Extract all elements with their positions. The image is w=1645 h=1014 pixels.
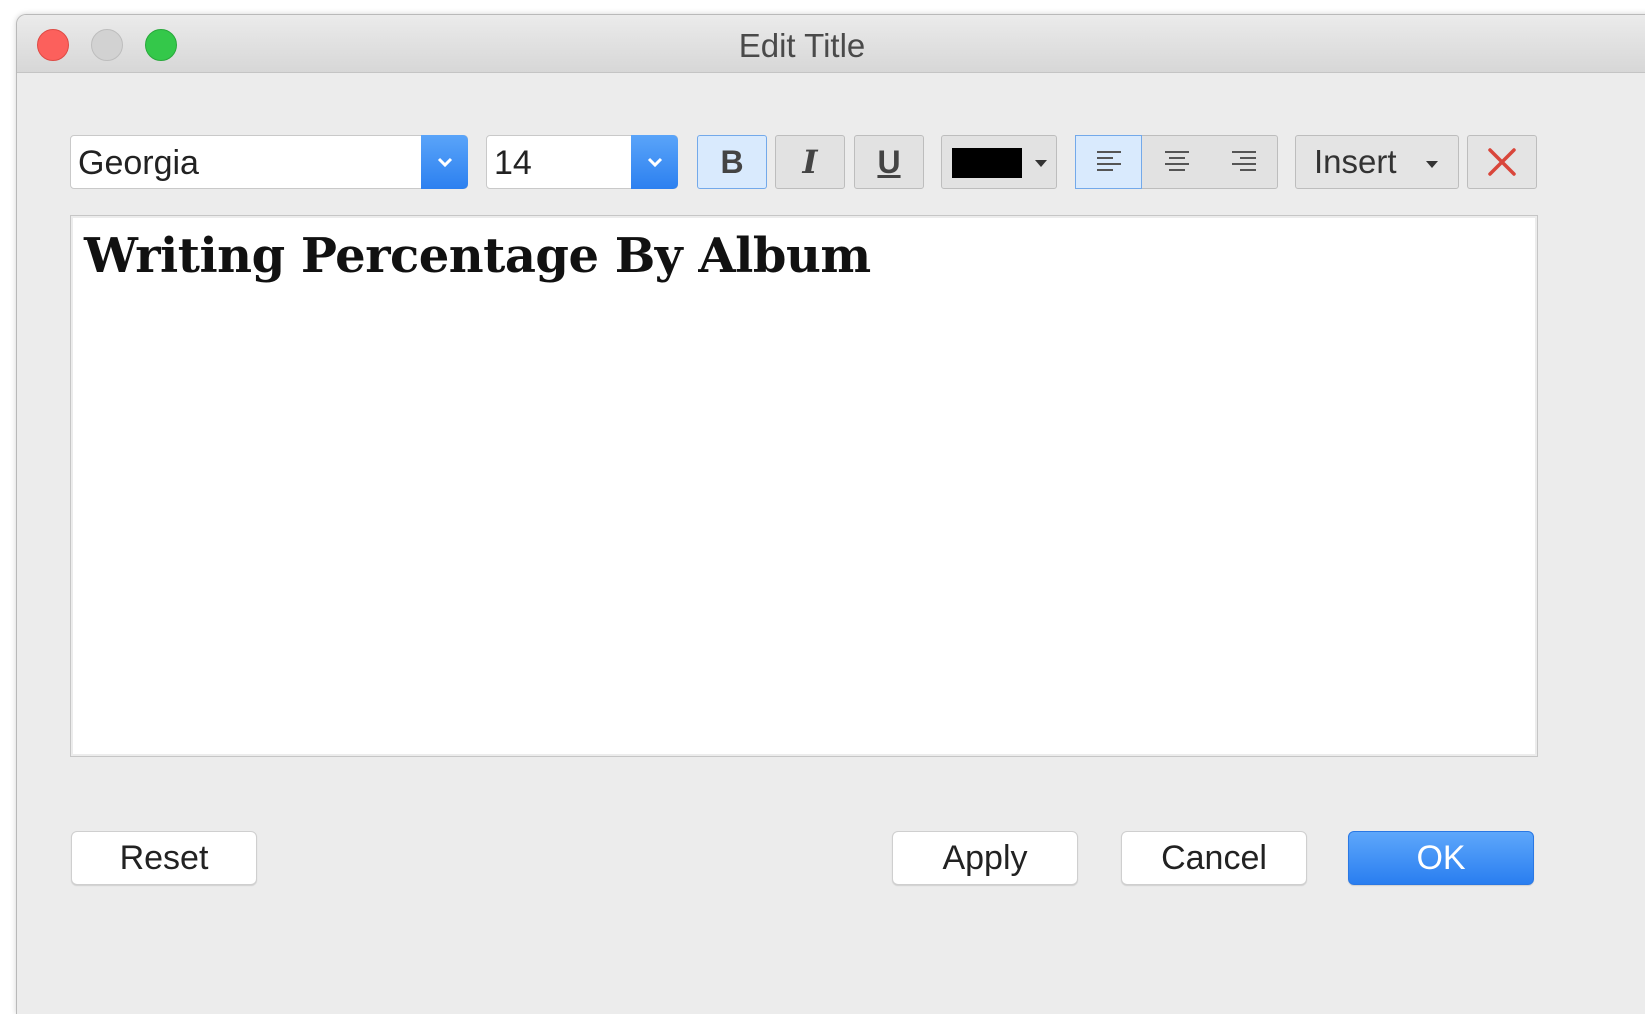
edit-title-dialog: Edit Title Georgia 14 B I U Insert Writi… [16,14,1645,1014]
underline-button[interactable]: U [854,135,924,189]
reset-button[interactable]: Reset [71,831,257,885]
caret-down-icon [1426,161,1438,168]
color-swatch [952,148,1022,178]
text-color-button[interactable] [941,135,1057,189]
align-right-icon [1231,151,1256,171]
insert-dropdown-button[interactable]: Insert [1295,135,1459,189]
window-title: Edit Title [738,27,866,64]
close-x-icon [1488,148,1516,176]
chevron-down-icon[interactable] [421,135,468,189]
italic-button[interactable]: I [775,135,845,189]
alignment-group [1075,135,1278,189]
font-family-value: Georgia [78,144,199,182]
cancel-button[interactable]: Cancel [1121,831,1307,885]
title-text-editor[interactable]: Writing Percentage By Album [70,215,1538,757]
apply-button[interactable]: Apply [892,831,1078,885]
title-bar: Edit Title [17,15,1645,73]
align-left-button[interactable] [1075,135,1142,189]
title-text[interactable]: Writing Percentage By Album [84,228,871,284]
insert-label: Insert [1314,143,1397,180]
align-center-icon [1164,151,1189,171]
caret-down-icon [1035,160,1047,167]
font-size-select[interactable]: 14 [486,135,678,189]
clear-formatting-button[interactable] [1467,135,1537,189]
align-right-button[interactable] [1210,136,1277,188]
align-center-button[interactable] [1143,136,1210,188]
chevron-down-icon[interactable] [631,135,678,189]
font-size-value: 14 [494,144,532,182]
bold-button[interactable]: B [697,135,767,189]
font-family-select[interactable]: Georgia [70,135,468,189]
ok-button[interactable]: OK [1348,831,1534,885]
align-left-icon [1096,151,1121,171]
